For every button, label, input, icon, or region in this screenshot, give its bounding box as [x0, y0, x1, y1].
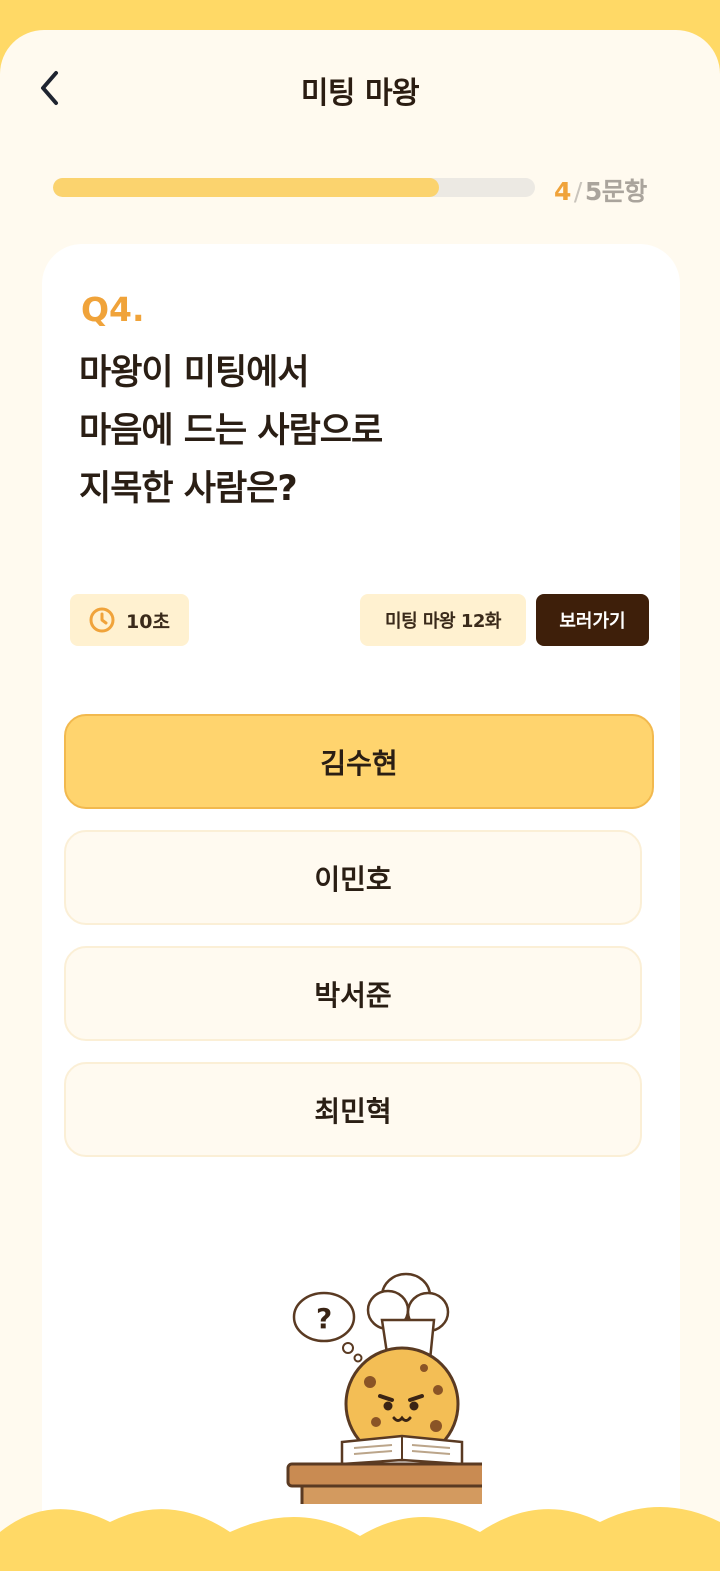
app-header: 미팅 마왕	[0, 30, 720, 148]
progress-total: 5문항	[584, 177, 647, 206]
timer-label: 10초	[126, 610, 170, 633]
bottom-cloud-decoration	[0, 1507, 720, 1571]
answer-option-3[interactable]: 박서준	[64, 946, 642, 1041]
timer-chip: 10초	[70, 594, 189, 646]
book-icon	[340, 1434, 464, 1466]
clock-icon	[89, 607, 115, 633]
episode-chip: 미팅 마왕 12화	[360, 594, 526, 646]
answer-option-1[interactable]: 김수현	[64, 714, 654, 809]
answer-option-4[interactable]: 최민혁	[64, 1062, 642, 1157]
quiz-sheet: 미팅 마왕 4/5문항 Q4. 마왕이 미팅에서 마음에 드는 사람으로 지목한…	[0, 30, 720, 1571]
question-card: Q4. 마왕이 미팅에서 마음에 드는 사람으로 지목한 사람은? 10초 미팅…	[42, 244, 680, 1571]
thought-bubble-icon: ?	[292, 1291, 363, 1363]
progress-current: 4	[554, 177, 571, 206]
progress-separator: /	[573, 177, 582, 206]
progress-bar	[53, 178, 535, 197]
question-number: Q4.	[81, 290, 145, 329]
watch-button[interactable]: 보러가기	[536, 594, 649, 646]
page-title: 미팅 마왕	[300, 76, 420, 111]
svg-text:?: ?	[316, 1302, 332, 1335]
question-text: 마왕이 미팅에서 마음에 드는 사람으로 지목한 사람은?	[79, 353, 383, 509]
progress-bar-fill	[53, 178, 439, 197]
progress-counter: 4/5문항	[554, 172, 647, 208]
answer-option-2[interactable]: 이민호	[64, 830, 642, 925]
cookie-chef-mascot: ?	[286, 1272, 482, 1504]
